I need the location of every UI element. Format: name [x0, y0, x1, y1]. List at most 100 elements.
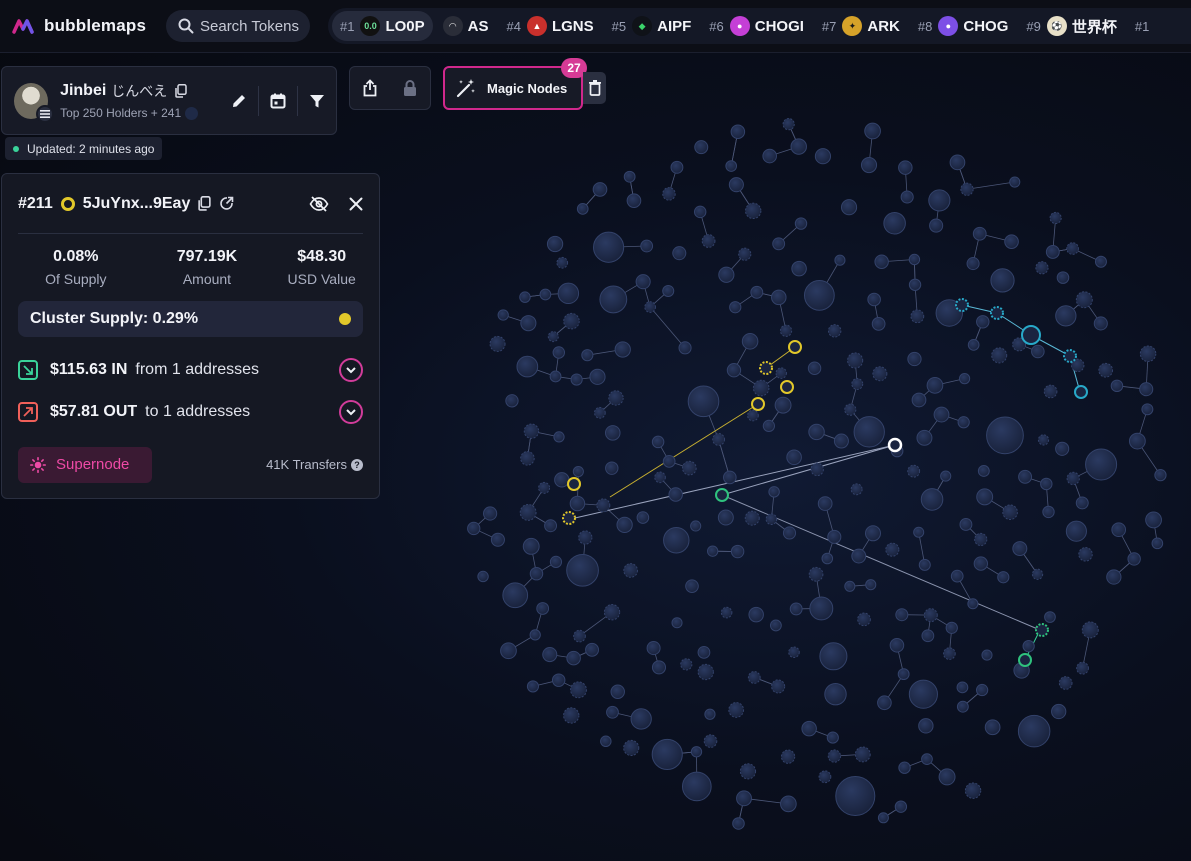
- holder-bubble[interactable]: [720, 606, 733, 619]
- holder-bubble[interactable]: [610, 684, 625, 699]
- holder-bubble[interactable]: [1056, 271, 1070, 284]
- holder-bubble[interactable]: [834, 254, 846, 266]
- holder-bubble[interactable]: [505, 394, 519, 408]
- holder-bubble[interactable]: [651, 435, 665, 449]
- holder-bubble[interactable]: [790, 138, 807, 155]
- holder-bubble[interactable]: [779, 324, 793, 337]
- holder-bubble[interactable]: [821, 552, 834, 565]
- holder-bubble[interactable]: [908, 253, 921, 266]
- holder-bubble[interactable]: [889, 638, 905, 653]
- holder-bubble[interactable]: [824, 682, 847, 706]
- holder-bubble[interactable]: [585, 642, 599, 657]
- holder-bubble[interactable]: [626, 193, 642, 208]
- cluster-bubble[interactable]: [1021, 325, 1041, 345]
- holder-bubble[interactable]: [489, 335, 506, 352]
- holder-bubble[interactable]: [726, 363, 742, 378]
- holder-bubble[interactable]: [907, 464, 921, 478]
- holder-bubble[interactable]: [864, 525, 882, 542]
- holder-bubble[interactable]: [898, 761, 911, 774]
- holder-bubble[interactable]: [835, 775, 876, 817]
- holder-bubble[interactable]: [551, 673, 566, 687]
- holder-bubble[interactable]: [697, 663, 714, 681]
- holder-bubble[interactable]: [680, 658, 693, 671]
- holder-bubble[interactable]: [523, 423, 540, 439]
- holder-bubble[interactable]: [529, 629, 541, 641]
- holder-bubble[interactable]: [762, 148, 777, 164]
- holder-bubble[interactable]: [916, 429, 933, 446]
- holder-bubble[interactable]: [570, 681, 587, 699]
- cluster-bubble[interactable]: [567, 477, 581, 491]
- holder-bubble[interactable]: [1055, 305, 1077, 327]
- holder-bubble[interactable]: [1037, 434, 1050, 446]
- copy-address-button[interactable]: [198, 196, 212, 211]
- cluster-bubble[interactable]: [1063, 349, 1077, 363]
- holder-bubble[interactable]: [844, 403, 857, 416]
- holder-bubble[interactable]: [748, 606, 764, 623]
- holder-bubble[interactable]: [651, 738, 683, 771]
- holder-bubble[interactable]: [1076, 661, 1089, 675]
- holder-bubble[interactable]: [592, 182, 608, 197]
- holder-bubble[interactable]: [976, 315, 990, 329]
- holder-bubble[interactable]: [895, 608, 909, 622]
- holder-bubble[interactable]: [703, 734, 718, 748]
- holder-bubble[interactable]: [681, 771, 712, 802]
- holder-bubble[interactable]: [717, 509, 734, 526]
- holder-bubble[interactable]: [741, 333, 759, 350]
- holder-bubble[interactable]: [573, 629, 586, 643]
- holder-bubble[interactable]: [827, 529, 842, 544]
- holder-bubble[interactable]: [782, 118, 795, 131]
- cluster-bubble[interactable]: [955, 298, 969, 312]
- holder-bubble[interactable]: [603, 604, 621, 621]
- holder-bubble[interactable]: [1055, 441, 1070, 456]
- holder-bubble[interactable]: [1075, 496, 1089, 510]
- holder-bubble[interactable]: [1106, 569, 1122, 585]
- holder-bubble[interactable]: [736, 790, 752, 807]
- holder-bubble[interactable]: [929, 218, 944, 233]
- holder-bubble[interactable]: [500, 642, 517, 660]
- holder-bubble[interactable]: [604, 425, 621, 441]
- holder-bubble[interactable]: [957, 416, 970, 429]
- holder-bubble[interactable]: [570, 373, 583, 386]
- holder-bubble[interactable]: [1110, 379, 1124, 393]
- holder-bubble[interactable]: [730, 544, 745, 559]
- cluster-bubble[interactable]: [759, 361, 773, 375]
- holder-bubble[interactable]: [694, 140, 709, 155]
- holder-bubble[interactable]: [651, 660, 667, 675]
- holder-bubble[interactable]: [1009, 176, 1021, 188]
- holder-bubble[interactable]: [765, 513, 778, 526]
- holder-bubble[interactable]: [854, 746, 871, 763]
- holder-bubble[interactable]: [701, 234, 716, 248]
- holder-bubble[interactable]: [581, 349, 594, 362]
- holder-bubble[interactable]: [928, 189, 951, 212]
- holder-bubble[interactable]: [1145, 511, 1162, 529]
- holder-bubble[interactable]: [788, 646, 800, 659]
- holder-bubble[interactable]: [911, 392, 927, 408]
- holder-bubble[interactable]: [877, 812, 889, 824]
- holder-bubble[interactable]: [640, 239, 654, 253]
- holder-bubble[interactable]: [762, 419, 776, 433]
- holder-bubble[interactable]: [572, 465, 584, 478]
- holder-bubble[interactable]: [1049, 211, 1062, 225]
- holder-bubble[interactable]: [991, 347, 1008, 364]
- holder-bubble[interactable]: [467, 521, 481, 536]
- holder-bubble[interactable]: [772, 237, 786, 251]
- holder-bubble[interactable]: [840, 199, 858, 216]
- ticker-item-lgns[interactable]: #4 ▲ LGNS: [499, 11, 602, 41]
- calendar-button[interactable]: [259, 83, 297, 119]
- holder-bubble[interactable]: [566, 553, 599, 587]
- holder-bubble[interactable]: [1075, 291, 1093, 309]
- holder-bubble[interactable]: [662, 284, 675, 297]
- holder-bubble[interactable]: [810, 462, 824, 477]
- cluster-bubble[interactable]: [562, 511, 576, 525]
- holder-bubble[interactable]: [782, 526, 797, 540]
- holder-bubble[interactable]: [976, 488, 994, 506]
- holder-bubble[interactable]: [857, 612, 871, 627]
- holder-bubble[interactable]: [738, 247, 752, 261]
- holder-bubble[interactable]: [1141, 403, 1154, 416]
- holder-bubble[interactable]: [808, 566, 824, 582]
- holder-bubble[interactable]: [690, 520, 702, 532]
- holder-bubble[interactable]: [608, 390, 624, 406]
- holder-bubble[interactable]: [614, 341, 631, 358]
- holder-bubble[interactable]: [1139, 382, 1154, 397]
- holder-bubble[interactable]: [745, 202, 762, 220]
